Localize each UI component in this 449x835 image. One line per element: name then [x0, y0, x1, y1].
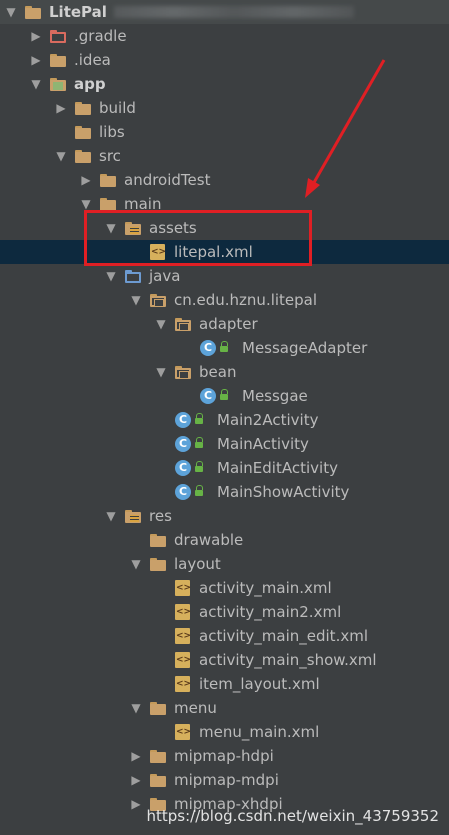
watermark: https://blog.csdn.net/weixin_43759352: [146, 807, 439, 825]
red-arrow-annotation: [305, 59, 386, 198]
